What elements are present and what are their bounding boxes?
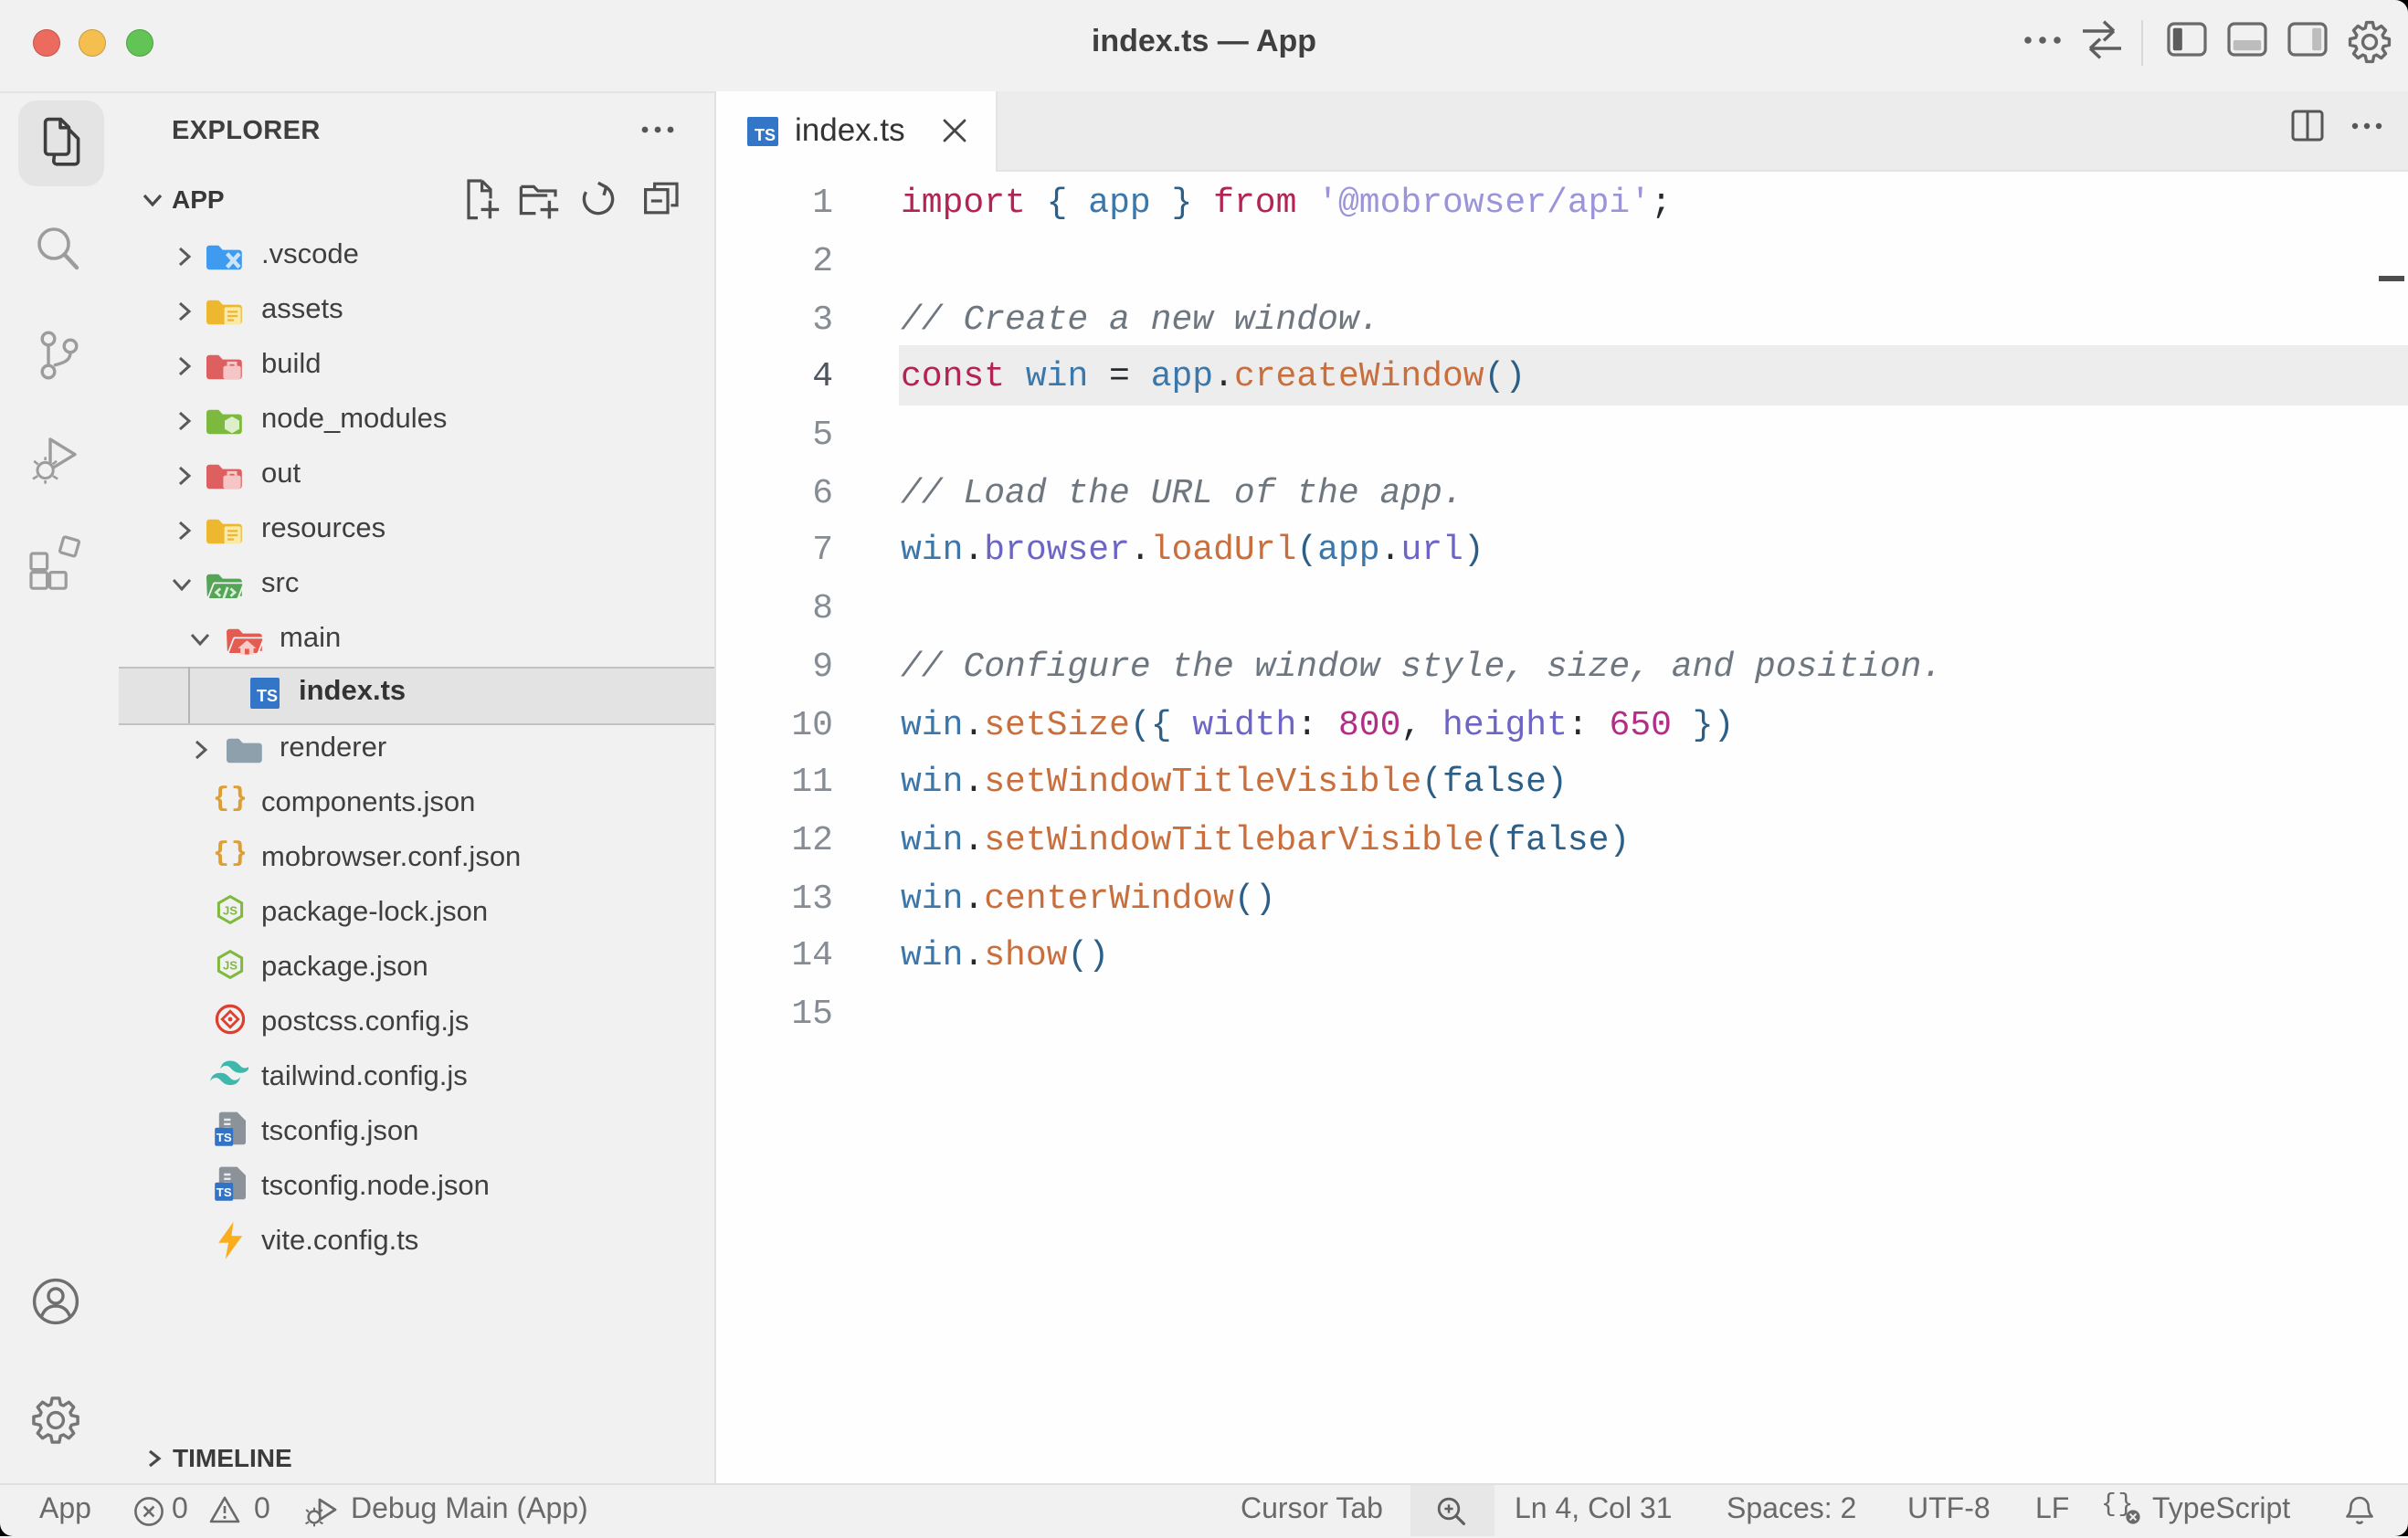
svg-text:JS: JS bbox=[223, 903, 238, 917]
svg-text:JS: JS bbox=[223, 958, 238, 972]
svg-text:TS: TS bbox=[217, 1131, 232, 1144]
svg-text:TS: TS bbox=[217, 1185, 232, 1199]
